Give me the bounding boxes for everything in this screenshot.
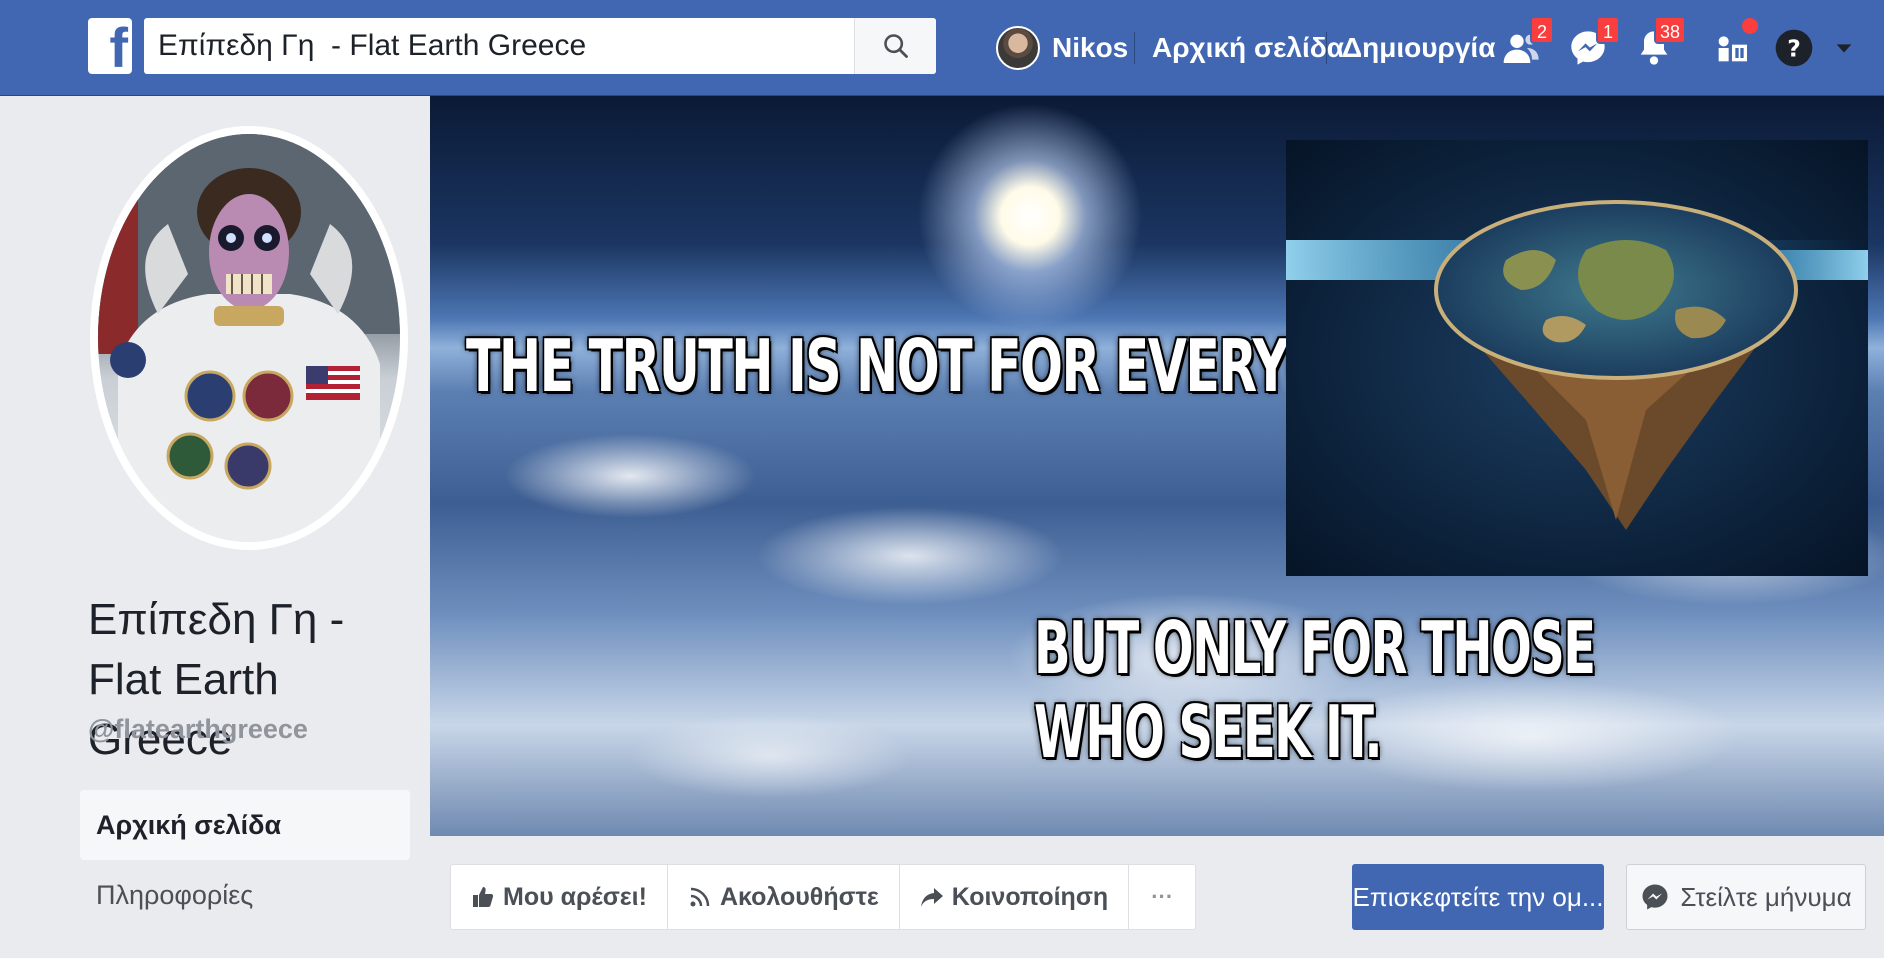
user-name: Nikos: [1052, 32, 1129, 63]
sidebar-item-about[interactable]: Πληροφορίες: [80, 860, 410, 930]
page-sidebar: Επίπεδη Γη - Flat Earth Greece @flateart…: [0, 96, 430, 958]
messenger-icon: [1642, 884, 1668, 910]
home-label: Αρχική σελίδα: [1152, 32, 1344, 63]
astronaut-image: [98, 134, 400, 542]
share-label: Κοινοποίηση: [951, 882, 1109, 911]
friend-requests-button[interactable]: 2: [1496, 16, 1554, 74]
notifications-button[interactable]: 38: [1628, 16, 1686, 74]
svg-text:?: ?: [1787, 34, 1801, 62]
send-message-label: Στείλτε μήνυμα: [1680, 881, 1852, 912]
visit-group-label: Επισκεφτείτε την ομ...: [1352, 881, 1604, 912]
rss-icon: [690, 887, 710, 907]
help-icon: ?: [1775, 29, 1813, 67]
send-message-button[interactable]: Στείλτε μήνυμα: [1626, 864, 1866, 930]
search-button[interactable]: [854, 18, 936, 74]
like-button[interactable]: Μου αρέσει!: [451, 865, 668, 929]
profile-link[interactable]: Nikos: [996, 0, 1128, 96]
search-input[interactable]: [144, 18, 844, 74]
create-link[interactable]: Δημιουργία: [1342, 0, 1495, 96]
help-button[interactable]: ?: [1768, 22, 1820, 74]
sidebar-item-home[interactable]: Αρχική σελίδα: [80, 790, 410, 860]
avatar: [996, 26, 1040, 70]
page-action-bar: Μου αρέσει! Ακολουθήστε Κοινοποίηση ···: [450, 864, 1197, 930]
nav-divider: [1326, 32, 1327, 64]
friend-requests-badge: 2: [1530, 16, 1554, 44]
notifications-badge: 38: [1653, 16, 1686, 44]
home-link[interactable]: Αρχική σελίδα: [1152, 0, 1344, 96]
sidebar-item-label: Πληροφορίες: [96, 879, 254, 910]
more-options-button[interactable]: ···: [1129, 865, 1195, 929]
page-username[interactable]: @flatearthgreece: [88, 714, 308, 745]
new-indicator-dot: [1740, 16, 1760, 36]
facebook-logo-icon[interactable]: f: [88, 18, 132, 74]
chevron-down-icon: [1836, 44, 1852, 53]
thumbs-up-icon: [473, 887, 494, 907]
flat-earth-illustration: [1286, 200, 1868, 530]
messages-button[interactable]: 1: [1562, 16, 1620, 74]
messages-badge: 1: [1596, 16, 1620, 44]
search-icon: [883, 34, 908, 58]
sidebar-item-label: Αρχική σελίδα: [96, 809, 282, 840]
page-navigation: Αρχική σελίδα Πληροφορίες: [80, 790, 410, 930]
share-button[interactable]: Κοινοποίηση: [900, 865, 1130, 929]
profile-picture-image: [98, 134, 400, 542]
follow-button[interactable]: Ακολουθήστε: [668, 865, 900, 929]
create-label: Δημιουργία: [1342, 32, 1496, 63]
profile-picture[interactable]: [90, 126, 408, 550]
flat-earth-image: [1286, 140, 1868, 576]
account-menu-button[interactable]: [1826, 22, 1862, 74]
cover-photo[interactable]: THE TRUTH IS NOT FOR EVERYONE, BUT ONLY …: [430, 96, 1884, 836]
cover-headline: THE TRUTH IS NOT FOR EVERYONE,: [466, 324, 1420, 408]
nav-divider: [1134, 32, 1135, 64]
quick-help-button[interactable]: [1706, 16, 1760, 74]
top-navigation-bar: f Nikos Αρχική σελίδα Δημιουργία 2: [0, 0, 1884, 96]
like-label: Μου αρέσει!: [503, 882, 647, 911]
visit-group-button[interactable]: Επισκεφτείτε την ομ...: [1352, 864, 1604, 930]
search-box: [144, 18, 936, 74]
cover-subline: BUT ONLY FOR THOSE WHO SEEK IT.: [1034, 606, 1596, 774]
more-options-icon: ···: [1151, 884, 1174, 909]
share-arrow-icon: [920, 888, 943, 907]
follow-label: Ακολουθήστε: [719, 882, 879, 911]
